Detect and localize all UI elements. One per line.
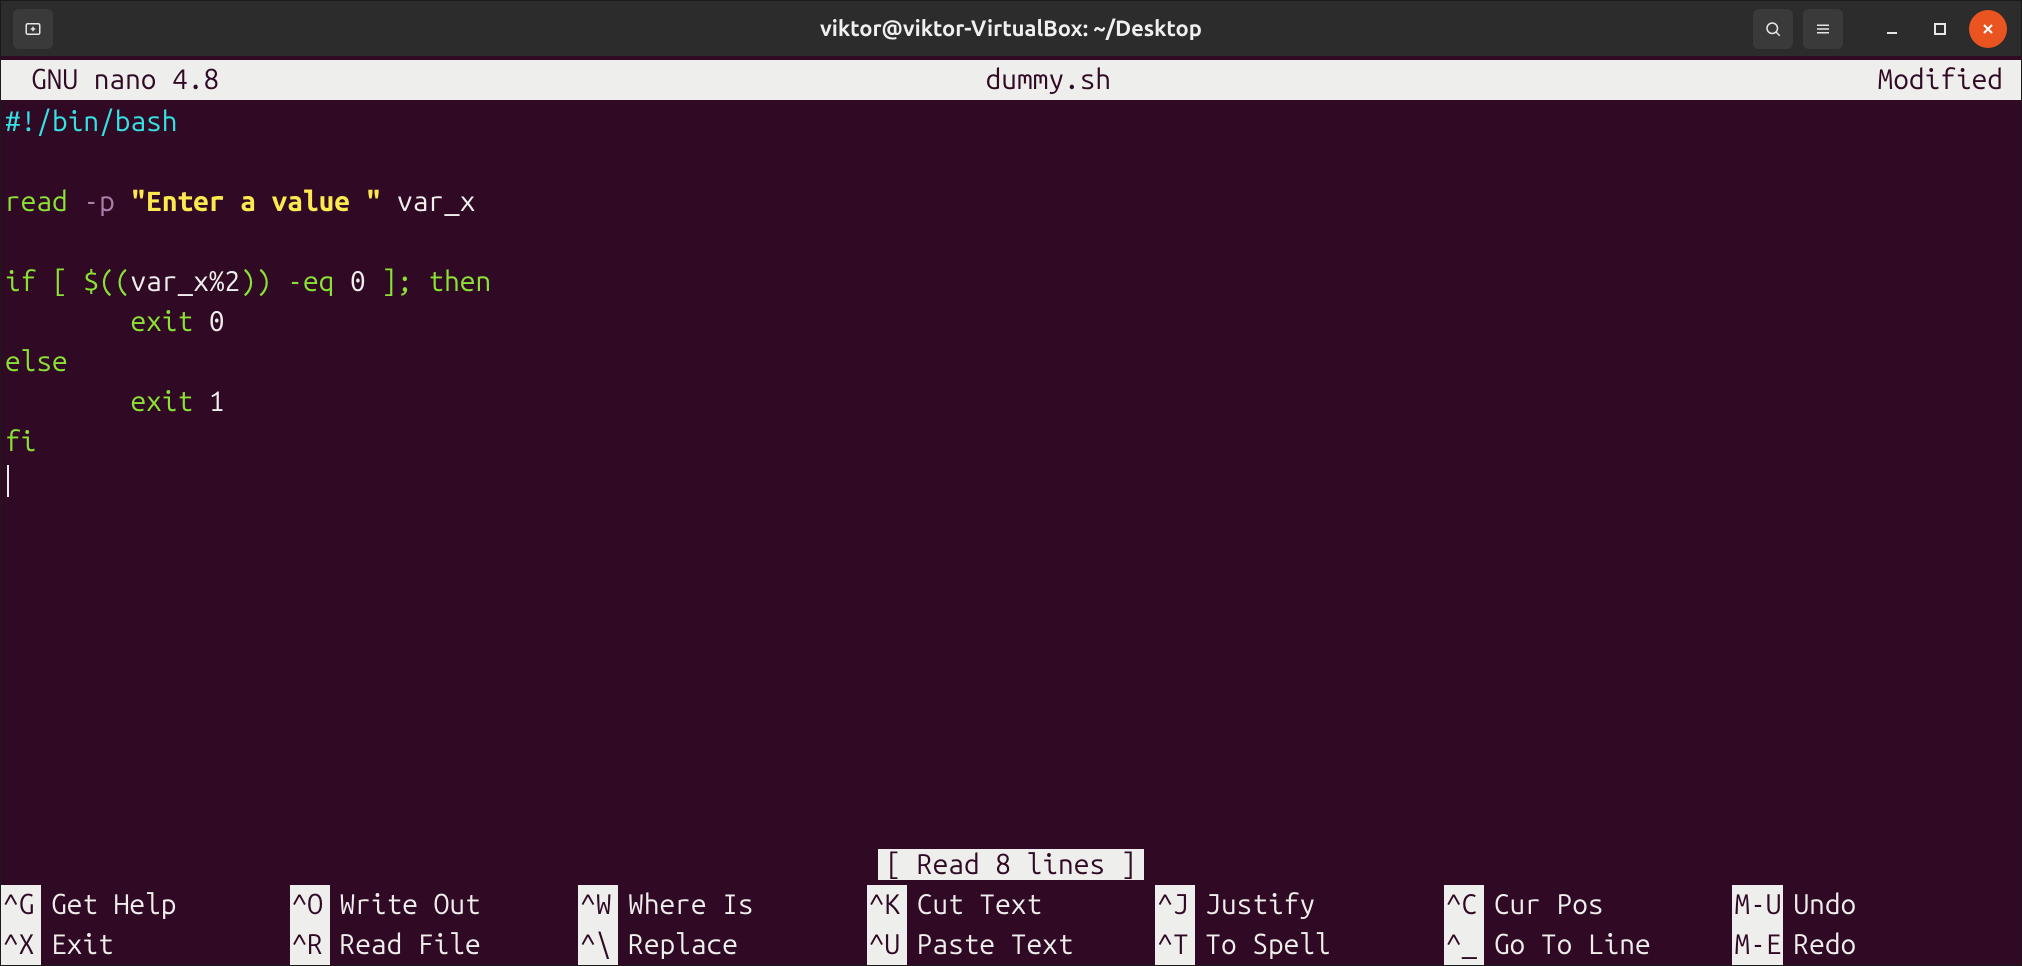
code-cond4: ];: [366, 266, 429, 297]
shortcut-replace: ^\Replace: [578, 925, 867, 965]
shortcut-justify: ^JJustify: [1155, 885, 1444, 925]
new-tab-button[interactable]: [13, 9, 53, 49]
code-cond1: [ $((: [36, 266, 130, 297]
maximize-button[interactable]: [1921, 10, 1959, 48]
shortcut-paste-text: ^UPaste Text: [867, 925, 1156, 965]
shortcut-go-to-line: ^_Go To Line: [1444, 925, 1733, 965]
nano-message: [ Read 8 lines ]: [878, 849, 1145, 880]
nano-message-row: [ Read 8 lines ]: [1, 845, 2021, 885]
code-else: else: [5, 346, 68, 377]
nano-header: GNU nano 4.8 dummy.sh Modified: [1, 60, 2021, 100]
editor-content[interactable]: #!/bin/bash read -p "Enter a value " var…: [1, 102, 2021, 502]
code-cond3: )) -eq: [240, 266, 350, 297]
code-shebang: #!/bin/bash: [5, 106, 177, 137]
window-title: viktor@viktor-VirtualBox: ~/Desktop: [1, 16, 2021, 41]
code-val1: 1: [193, 386, 224, 417]
code-cond2: var_x%2: [130, 266, 240, 297]
shortcut-bar: ^GGet Help ^OWrite Out ^WWhere Is ^KCut …: [1, 885, 2021, 965]
shortcut-undo: M-UUndo: [1732, 885, 2021, 925]
shortcut-cut-text: ^KCut Text: [867, 885, 1156, 925]
code-val0: 0: [193, 306, 224, 337]
shortcut-where-is: ^WWhere Is: [578, 885, 867, 925]
shortcut-to-spell: ^TTo Spell: [1155, 925, 1444, 965]
shortcut-exit: ^XExit: [1, 925, 290, 965]
terminal-area[interactable]: GNU nano 4.8 dummy.sh Modified #!/bin/ba…: [1, 56, 2021, 965]
text-cursor: [7, 465, 9, 497]
shortcut-get-help: ^GGet Help: [1, 885, 290, 925]
menu-button[interactable]: [1803, 9, 1843, 49]
code-then: then: [428, 266, 491, 297]
shortcut-redo: M-ERedo: [1732, 925, 2021, 965]
code-string: "Enter a value ": [115, 186, 382, 217]
code-var: var_x: [381, 186, 475, 217]
minimize-button[interactable]: [1873, 10, 1911, 48]
code-flag: -p: [68, 186, 115, 217]
nano-filename: dummy.sh: [219, 60, 1877, 100]
code-zero: 0: [350, 266, 366, 297]
shortcut-read-file: ^RRead File: [290, 925, 579, 965]
close-button[interactable]: [1969, 10, 2007, 48]
shortcut-write-out: ^OWrite Out: [290, 885, 579, 925]
search-button[interactable]: [1753, 9, 1793, 49]
shortcut-cur-pos: ^CCur Pos: [1444, 885, 1733, 925]
code-if: if: [5, 266, 36, 297]
code-fi: fi: [5, 426, 36, 457]
nano-version: GNU nano 4.8: [7, 60, 219, 100]
code-read: read: [5, 186, 68, 217]
nano-status: Modified: [1878, 60, 2015, 100]
titlebar: viktor@viktor-VirtualBox: ~/Desktop: [1, 1, 2021, 56]
code-exit0: exit: [5, 306, 193, 337]
code-exit1: exit: [5, 386, 193, 417]
